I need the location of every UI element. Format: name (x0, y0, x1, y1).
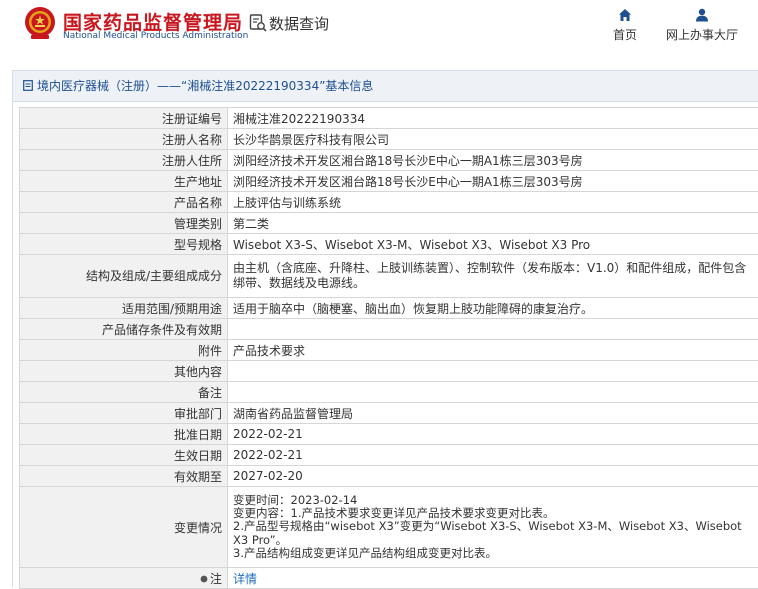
row-label: 产品名称 (20, 192, 228, 213)
note-label: 注 (210, 572, 222, 586)
row-label: 生产地址 (20, 171, 228, 192)
national-emblem-icon (24, 6, 56, 42)
site-subtitle: National Medical Products Administration (63, 31, 248, 41)
note-label-cell: 注 (20, 568, 228, 589)
row-value (228, 361, 758, 382)
home-icon (618, 8, 632, 22)
row-label: 其他内容 (20, 361, 228, 382)
row-value: Wisebot X3-S、Wisebot X3-M、Wisebot X3、Wis… (228, 234, 758, 255)
row-value: 浏阳经济技术开发区湘台路18号长沙E中心一期A1栋三层303号房 (228, 150, 758, 171)
data-query-label: 数据查询 (269, 13, 329, 34)
table-row: 有效期至 2027-02-20 (20, 466, 758, 487)
row-label: 批准日期 (20, 424, 228, 445)
row-value: 由主机（含底座、升降柱、上肢训练装置）、控制软件（发布版本：V1.0）和配件组成… (228, 255, 758, 298)
nav-online-hall[interactable]: 网上办事大厅 (660, 8, 744, 43)
document-icon (23, 80, 33, 91)
row-label: 适用范围/预期用途 (20, 298, 228, 319)
row-value: 浏阳经济技术开发区湘台路18号长沙E中心一期A1栋三层303号房 (228, 171, 758, 192)
row-value: 适用于脑卒中（脑梗塞、脑出血）恢复期上肢功能障碍的康复治疗。 (228, 298, 758, 319)
row-label: 注册人名称 (20, 129, 228, 150)
row-label: 有效期至 (20, 466, 228, 487)
detail-panel: 境内医疗器械（注册）——“湘械注准20222190334”基本信息 注册证编号 … (12, 70, 758, 587)
site-header: 国家药品监督管理局 National Medical Products Admi… (0, 0, 758, 56)
change-line: 2.产品型号规格由“wisebot X3”变更为“Wisebot X3-S、Wi… (233, 520, 752, 546)
note-value: 详情 (228, 568, 758, 589)
info-table: 注册证编号 湘械注准20222190334 注册人名称 长沙华鹊景医疗科技有限公… (19, 107, 758, 589)
row-label: 生效日期 (20, 445, 228, 466)
row-value: 产品技术要求 (228, 340, 758, 361)
row-label: 注册人住所 (20, 150, 228, 171)
row-value: 长沙华鹊景医疗科技有限公司 (228, 129, 758, 150)
table-row: 注册证编号 湘械注准20222190334 (20, 108, 758, 129)
table-row: 产品名称 上肢评估与训练系统 (20, 192, 758, 213)
table-row: 结构及组成/主要组成成分 由主机（含底座、升降柱、上肢训练装置）、控制软件（发布… (20, 255, 758, 298)
document-search-icon (249, 14, 267, 32)
nav-home-label: 首页 (613, 28, 637, 42)
table-row: 备注 (20, 382, 758, 403)
table-row: 注册人名称 长沙华鹊景医疗科技有限公司 (20, 129, 758, 150)
row-label: 变更情况 (20, 487, 228, 568)
row-label: 管理类别 (20, 213, 228, 234)
nav-hall-label: 网上办事大厅 (666, 28, 738, 42)
table-row: 适用范围/预期用途 适用于脑卒中（脑梗塞、脑出血）恢复期上肢功能障碍的康复治疗。 (20, 298, 758, 319)
bullet-icon (200, 575, 208, 583)
table-row: 批准日期 2022-02-21 (20, 424, 758, 445)
table-row: 审批部门 湖南省药品监督管理局 (20, 403, 758, 424)
table-row: 生效日期 2022-02-21 (20, 445, 758, 466)
table-row: 附件 产品技术要求 (20, 340, 758, 361)
nav-home[interactable]: 首页 (605, 8, 645, 43)
table-row-change: 变更情况 变更时间：2023-02-14 变更内容：1.产品技术要求变更详见产品… (20, 487, 758, 568)
row-value: 上肢评估与训练系统 (228, 192, 758, 213)
row-value: 第二类 (228, 213, 758, 234)
row-label: 附件 (20, 340, 228, 361)
table-row: 产品储存条件及有效期 (20, 319, 758, 340)
change-line: 3.产品结构组成变更详见产品结构组成变更对比表。 (233, 547, 752, 560)
table-row: 其他内容 (20, 361, 758, 382)
row-value (228, 319, 758, 340)
row-label: 审批部门 (20, 403, 228, 424)
row-label: 型号规格 (20, 234, 228, 255)
breadcrumb-text: 境内医疗器械（注册）——“湘械注准20222190334”基本信息 (37, 71, 373, 101)
row-label: 注册证编号 (20, 108, 228, 129)
details-link[interactable]: 详情 (233, 572, 257, 586)
breadcrumb: 境内医疗器械（注册）——“湘械注准20222190334”基本信息 (13, 71, 758, 102)
row-label: 产品储存条件及有效期 (20, 319, 228, 340)
user-icon (695, 8, 709, 22)
row-label: 结构及组成/主要组成成分 (20, 255, 228, 298)
change-details: 变更时间：2023-02-14 变更内容：1.产品技术要求变更详见产品技术要求变… (228, 487, 758, 568)
row-value: 湖南省药品监督管理局 (228, 403, 758, 424)
row-value: 2022-02-21 (228, 445, 758, 466)
table-row: 管理类别 第二类 (20, 213, 758, 234)
row-label: 备注 (20, 382, 228, 403)
table-row: 型号规格 Wisebot X3-S、Wisebot X3-M、Wisebot X… (20, 234, 758, 255)
row-value: 湘械注准20222190334 (228, 108, 758, 129)
table-row-note: 注 详情 (20, 568, 758, 589)
row-value: 2022-02-21 (228, 424, 758, 445)
table-row: 生产地址 浏阳经济技术开发区湘台路18号长沙E中心一期A1栋三层303号房 (20, 171, 758, 192)
table-row: 注册人住所 浏阳经济技术开发区湘台路18号长沙E中心一期A1栋三层303号房 (20, 150, 758, 171)
row-value (228, 382, 758, 403)
row-value: 2027-02-20 (228, 466, 758, 487)
